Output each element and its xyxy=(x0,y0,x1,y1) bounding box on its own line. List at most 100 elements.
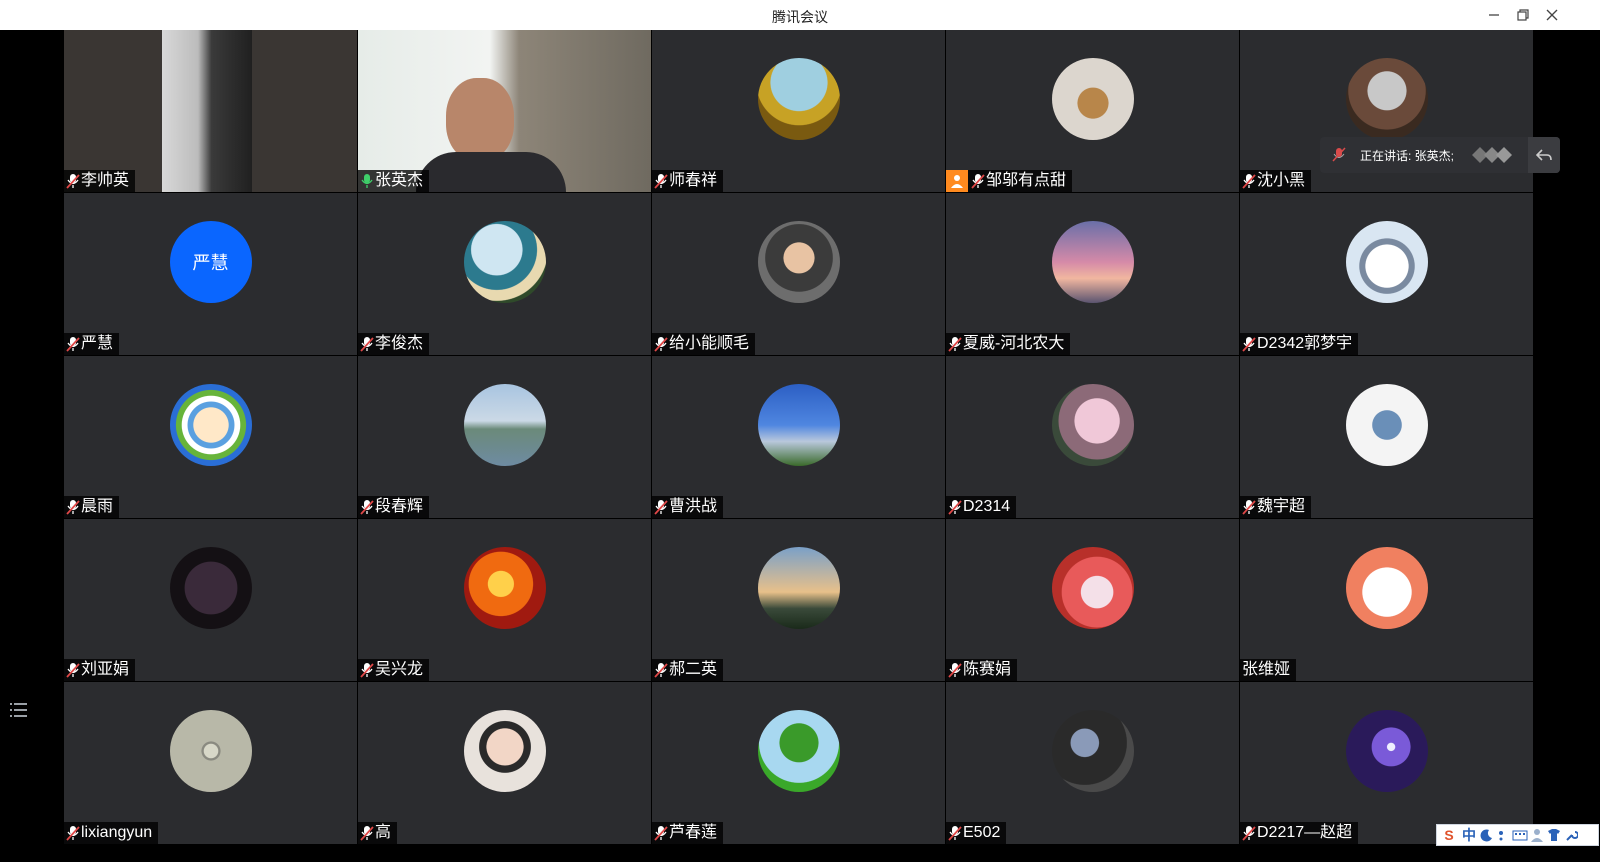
participant-grid: 李帅英 张英杰师春祥 邹邬有点甜 沈小黑严慧 严慧李俊杰 给小能顺毛 夏威-河北农大 D234… xyxy=(64,30,1534,845)
participant-name: 李帅英 xyxy=(81,172,130,189)
minimize-icon xyxy=(1489,14,1499,16)
mic-muted-icon xyxy=(1242,826,1256,841)
ime-mode-toggle[interactable]: 中 xyxy=(1460,825,1478,845)
restore-icon xyxy=(1517,9,1529,21)
avatar xyxy=(1345,58,1428,140)
participant-name: 曹洪战 xyxy=(669,498,718,515)
participant-tile[interactable]: 晨雨 xyxy=(64,356,357,518)
participant-name: 段春辉 xyxy=(375,498,424,515)
name-tag: 刘亚娟 xyxy=(64,659,136,681)
participant-tile[interactable]: 张英杰 xyxy=(358,30,651,192)
participant-tile[interactable]: D2217—赵超 xyxy=(1240,682,1533,844)
name-tag: 魏宇超 xyxy=(1240,496,1312,518)
mic-muted-icon xyxy=(66,826,80,841)
participant-name: 师春祥 xyxy=(669,172,718,189)
avatar xyxy=(1051,384,1134,466)
participant-name: 芦春莲 xyxy=(669,824,718,841)
avatar xyxy=(169,547,252,629)
mic-muted-icon xyxy=(654,500,668,515)
name-tag: 师春祥 xyxy=(652,170,724,192)
mic-muted-icon xyxy=(66,663,80,678)
video-feed xyxy=(162,30,252,192)
participant-list-toggle[interactable] xyxy=(10,702,28,718)
participant-tile[interactable]: D2342郭梦宇 xyxy=(1240,193,1533,355)
avatar xyxy=(757,384,840,466)
participant-tile[interactable]: 陈赛娟 xyxy=(946,519,1239,681)
participant-name: 高 xyxy=(375,824,392,841)
name-tag: 高 xyxy=(358,822,398,844)
avatar xyxy=(1345,384,1428,466)
mic-muted-icon xyxy=(1242,174,1256,189)
participant-name: 吴兴龙 xyxy=(375,661,424,678)
name-tag: 给小能顺毛 xyxy=(652,333,756,355)
name-tag: D2314 xyxy=(946,496,1017,518)
participant-tile[interactable]: 夏威-河北农大 xyxy=(946,193,1239,355)
avatar xyxy=(1051,710,1134,792)
close-button[interactable] xyxy=(1541,4,1563,26)
name-tag: 吴兴龙 xyxy=(358,659,430,681)
avatar xyxy=(1345,710,1428,792)
participant-tile[interactable]: 魏宇超 xyxy=(1240,356,1533,518)
participant-name: 李俊杰 xyxy=(375,335,424,352)
participant-tile[interactable]: 高 xyxy=(358,682,651,844)
participant-tile[interactable]: 吴兴龙 xyxy=(358,519,651,681)
avatar xyxy=(1051,58,1134,140)
avatar xyxy=(169,710,252,792)
ime-toolbar[interactable]: S 中 xyxy=(1436,824,1599,846)
restore-button[interactable] xyxy=(1512,4,1534,26)
keyboard-icon xyxy=(1512,830,1528,841)
minimize-button[interactable] xyxy=(1483,4,1505,26)
speaking-label: 正在讲话: 张英杰; xyxy=(1360,148,1455,163)
avatar xyxy=(169,384,252,466)
speaker-avatars-icon xyxy=(1472,147,1512,163)
mic-muted-icon xyxy=(66,174,80,189)
participant-tile[interactable]: D2314 xyxy=(946,356,1239,518)
participant-tile[interactable]: 郝二英 xyxy=(652,519,945,681)
participant-name: 给小能顺毛 xyxy=(669,335,750,352)
participant-name: 张维娅 xyxy=(1242,661,1291,678)
video-feed xyxy=(358,30,651,192)
participant-name: 晨雨 xyxy=(81,498,114,515)
participant-name: 郝二英 xyxy=(669,661,718,678)
name-tag: 晨雨 xyxy=(64,496,120,518)
participant-tile[interactable]: 严慧 严慧 xyxy=(64,193,357,355)
mic-muted-icon xyxy=(360,337,374,352)
participant-name: 陈赛娟 xyxy=(963,661,1012,678)
avatar xyxy=(757,710,840,792)
mic-muted-icon xyxy=(1242,500,1256,515)
avatar xyxy=(757,58,840,140)
moon-icon xyxy=(1480,829,1492,842)
mic-muted-icon xyxy=(654,826,668,841)
participant-name: lixiangyun xyxy=(81,824,153,841)
skin-shirt-icon xyxy=(1548,829,1560,841)
name-tag: 芦春莲 xyxy=(652,822,724,844)
collapse-button[interactable] xyxy=(1528,137,1560,173)
participant-tile[interactable]: 邹邬有点甜 xyxy=(946,30,1239,192)
mic-muted-icon xyxy=(948,826,962,841)
wrench-icon xyxy=(1566,831,1578,841)
participant-tile[interactable]: 给小能顺毛 xyxy=(652,193,945,355)
name-tag: 沈小黑 xyxy=(1240,170,1312,192)
avatar xyxy=(1345,221,1428,303)
participant-tile[interactable]: 师春祥 xyxy=(652,30,945,192)
mic-active-icon xyxy=(361,174,373,188)
avatar xyxy=(1345,547,1428,629)
participant-name: D2217—赵超 xyxy=(1257,824,1353,841)
participant-tile[interactable]: lixiangyun xyxy=(64,682,357,844)
name-tag: 曹洪战 xyxy=(652,496,724,518)
participant-tile[interactable]: 刘亚娟 xyxy=(64,519,357,681)
participant-tile[interactable]: 段春辉 xyxy=(358,356,651,518)
participant-tile[interactable]: 芦春莲 xyxy=(652,682,945,844)
avatar xyxy=(463,710,546,792)
name-tag: 陈赛娟 xyxy=(946,659,1018,681)
participant-name: D2342郭梦宇 xyxy=(1257,335,1353,352)
participant-tile[interactable]: 李帅英 xyxy=(64,30,357,192)
participant-tile[interactable]: 张维娅 xyxy=(1240,519,1533,681)
window-title: 腾讯会议 xyxy=(772,9,828,25)
participant-tile[interactable]: 李俊杰 xyxy=(358,193,651,355)
avatar xyxy=(463,384,546,466)
ime-logo[interactable]: S xyxy=(1440,827,1458,843)
participant-tile[interactable]: 曹洪战 xyxy=(652,356,945,518)
participant-name: 邹邬有点甜 xyxy=(986,172,1067,189)
participant-tile[interactable]: E502 xyxy=(946,682,1239,844)
